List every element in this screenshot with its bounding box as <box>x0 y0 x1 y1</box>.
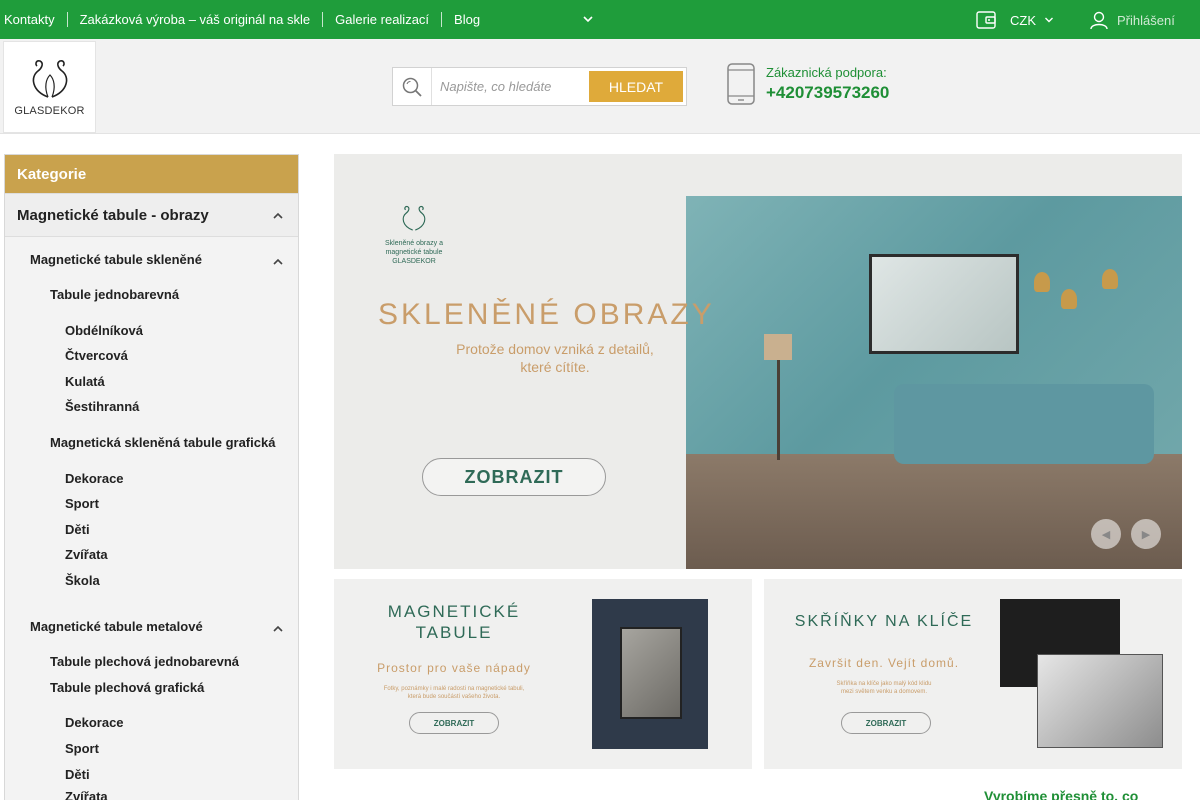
nav-link-custom-production[interactable]: Zakázková výroba – váš originál na skle <box>66 12 323 27</box>
pendant-lamp-image <box>1102 269 1118 289</box>
category-decoration[interactable]: Dekorace <box>5 471 298 486</box>
logo-text: GLASDEKOR <box>14 105 85 117</box>
hero-subtitle-line: Protože domov vzniká z detailů, <box>456 341 654 357</box>
category-glass-boards[interactable]: Magnetické tabule skleněné <box>5 252 298 267</box>
category-sport[interactable]: Sport <box>5 741 298 756</box>
category-round[interactable]: Kulatá <box>5 374 298 389</box>
banner-description-line: Skříňka na klíče jako malý kód klidu <box>836 681 932 687</box>
banner-description: Skříňka na klíče jako malý kód klidu mez… <box>804 680 964 696</box>
hero-subtitle-line: které cítíte. <box>520 359 590 375</box>
category-solid-metal[interactable]: Tabule plechová jednobarevná <box>5 654 298 669</box>
search-input[interactable] <box>432 68 582 105</box>
mini-logo-line: GLASDEKOR <box>392 258 436 265</box>
sofa-image <box>894 384 1154 464</box>
key-box-eiffel-image <box>1037 654 1163 748</box>
swans-logo-icon <box>402 205 426 231</box>
banner-subtitle: Završit den. Vejít domů. <box>808 656 960 670</box>
banner-show-button[interactable]: ZOBRAZIT <box>409 712 499 734</box>
banner-description-line: Fotky, poznámky i malé radosti na magnet… <box>383 686 525 692</box>
banner-title: MAGNETICKÉ TABULE <box>364 601 544 643</box>
swans-logo-icon <box>32 60 67 98</box>
chevron-up-icon[interactable] <box>272 623 284 635</box>
site-logo[interactable]: GLASDEKOR <box>3 41 96 133</box>
banner-magnetic-boards[interactable]: MAGNETICKÉ TABULE Prostor pro vaše nápad… <box>334 579 752 769</box>
banner-title-line: MAGNETICKÉ <box>387 602 521 621</box>
category-kids[interactable]: Děti <box>5 767 298 782</box>
hero-subtitle: Protože domov vzniká z detailů, které cí… <box>424 340 686 376</box>
support-label: Zákaznická podpora: <box>766 65 887 80</box>
banner-subtitle: Prostor pro vaše nápady <box>377 661 531 675</box>
category-animals[interactable]: Zvířata <box>5 789 298 800</box>
pendant-lamp-image <box>1034 272 1050 292</box>
category-rectangular[interactable]: Obdélníková <box>5 323 298 338</box>
glass-picture-image <box>869 254 1019 354</box>
currency-selector[interactable]: CZK <box>976 9 1054 31</box>
wallet-icon <box>976 11 996 29</box>
hero-banner-glass-pictures[interactable]: Skleněné obrazy a magnetické tabule GLAS… <box>334 154 1182 569</box>
customer-support: Zákaznická podpora: +420739573260 <box>726 63 889 105</box>
tagline-heading: Vyrobíme přesně to, co <box>984 788 1139 800</box>
user-icon <box>1090 11 1108 30</box>
category-sport[interactable]: Sport <box>5 496 298 511</box>
category-label: Magnetické tabule - obrazy <box>17 207 209 224</box>
category-label: Magnetické tabule metalové <box>30 619 203 634</box>
floor-lamp-shade <box>764 334 792 360</box>
banner-key-boxes[interactable]: SKŘÍŇKY NA KLÍČE Završit den. Vejít domů… <box>764 579 1182 769</box>
floor-lamp-pole <box>777 360 780 460</box>
support-phone[interactable]: +420739573260 <box>766 83 889 103</box>
search-button[interactable]: HLEDAT <box>589 71 683 102</box>
category-decoration[interactable]: Dekorace <box>5 715 298 730</box>
banner-title-line: TABULE <box>415 623 493 642</box>
banner-show-button[interactable]: ZOBRAZIT <box>841 712 931 734</box>
category-solid-glass[interactable]: Tabule jednobarevná <box>5 287 298 302</box>
chevron-left-icon: ◀ <box>1101 528 1111 541</box>
mini-logo-line: Skleněné obrazy a <box>385 240 443 247</box>
banner-description-line: mezi světem venku a domovem. <box>840 689 928 695</box>
category-magnetic-boards[interactable]: Magnetické tabule - obrazy <box>5 193 298 237</box>
chevron-up-icon[interactable] <box>272 210 284 222</box>
banner-title: SKŘÍŇKY NA KLÍČE <box>794 613 974 630</box>
search-icon-wrap <box>393 68 432 105</box>
pendant-lamp-image <box>1061 289 1077 309</box>
category-graphic-glass[interactable]: Magnetická skleněná tabule grafická <box>5 435 298 450</box>
floor-photo <box>686 454 1182 569</box>
site-header: GLASDEKOR HLEDAT Zákaznická podpora: +42… <box>0 39 1200 134</box>
top-bar: Kontakty Zakázková výroba – váš originál… <box>0 0 1200 39</box>
sidebar-title: Kategorie <box>5 155 298 193</box>
hero-show-button[interactable]: ZOBRAZIT <box>422 458 606 496</box>
top-nav: Kontakty Zakázková výroba – váš originál… <box>0 0 492 39</box>
category-graphic-metal[interactable]: Tabule plechová grafická <box>5 680 298 695</box>
category-label: Magnetické tabule skleněné <box>30 252 202 267</box>
category-sidebar: Kategorie Magnetické tabule - obrazy Mag… <box>4 154 299 800</box>
category-animals[interactable]: Zvířata <box>5 547 298 562</box>
mini-logo-line: magnetické tabule <box>385 249 443 256</box>
banner-description: Fotky, poznámky i malé radosti na magnet… <box>372 685 536 701</box>
slider-next-button[interactable]: ▶ <box>1131 519 1161 549</box>
chevron-right-icon: ▶ <box>1141 528 1151 541</box>
chevron-down-icon[interactable] <box>582 13 594 25</box>
hero-mini-logo: Skleněné obrazy a magnetické tabule GLAS… <box>376 204 452 266</box>
category-hexagonal[interactable]: Šestihranná <box>5 399 298 414</box>
chevron-up-icon[interactable] <box>272 256 284 268</box>
category-school[interactable]: Škola <box>5 573 298 588</box>
search-icon <box>402 77 422 97</box>
chevron-down-icon <box>1045 17 1053 23</box>
category-metal-boards[interactable]: Magnetické tabule metalové <box>5 619 298 634</box>
nav-link-gallery[interactable]: Galerie realizací <box>322 12 441 27</box>
magnetic-board-image <box>592 599 708 749</box>
login-link[interactable]: Přihlášení <box>1089 10 1175 30</box>
phone-icon <box>727 63 755 105</box>
category-square[interactable]: Čtvercová <box>5 348 298 363</box>
currency-label: CZK <box>1010 12 1036 28</box>
board-surface <box>620 627 682 719</box>
nav-link-blog[interactable]: Blog <box>441 12 492 27</box>
banner-description-line: která bude součástí vašeho života. <box>407 694 501 700</box>
category-kids[interactable]: Děti <box>5 522 298 537</box>
slider-prev-button[interactable]: ◀ <box>1091 519 1121 549</box>
nav-link-contacts[interactable]: Kontakty <box>0 12 67 27</box>
search-bar: HLEDAT <box>392 67 687 106</box>
hero-title: SKLENĚNÉ OBRAZY <box>378 298 715 331</box>
login-label: Přihlášení <box>1117 12 1175 28</box>
